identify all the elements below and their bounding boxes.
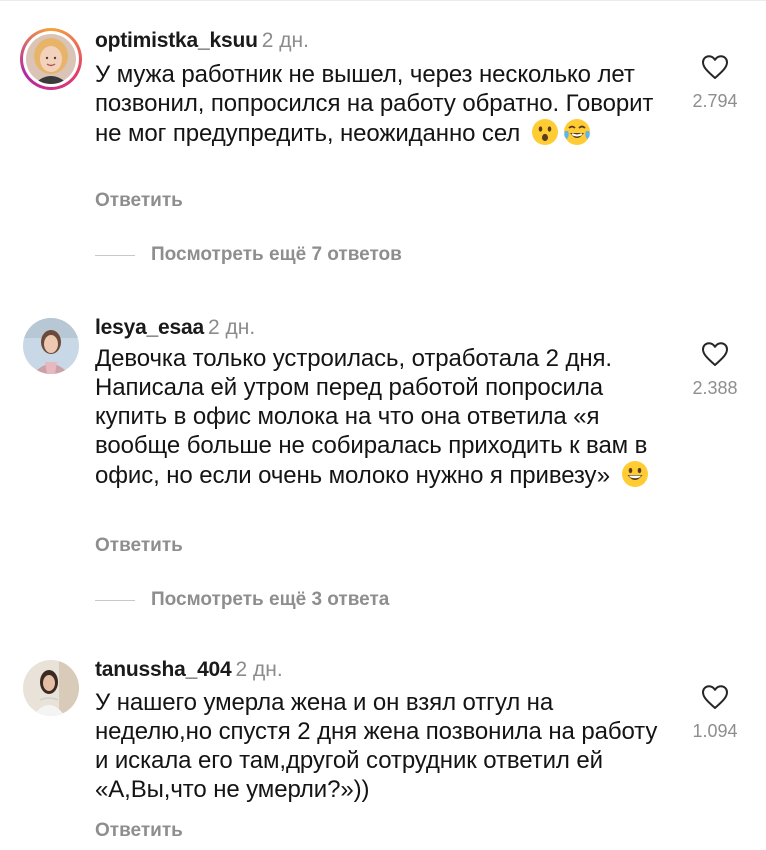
hushed-face-emoji: [531, 119, 558, 145]
reply-button[interactable]: Ответить: [95, 820, 183, 842]
heart-outline-icon[interactable]: [701, 341, 729, 367]
comment-text-block: У мужа работник не вышел, через нескольк…: [95, 60, 665, 148]
comment-time: 2 дн.: [261, 29, 309, 52]
grinning-face-emoji: [621, 461, 648, 487]
view-more-replies-button[interactable]: Посмотреть ещё 7 ответов: [95, 242, 402, 268]
thread-line: [95, 599, 135, 601]
reply-button[interactable]: Ответить: [95, 535, 183, 557]
like-count: 1.094: [692, 721, 738, 741]
thread-line: [95, 254, 135, 256]
like-group: 2.794: [665, 54, 765, 112]
comment-text: Девочка только устроилась, отработала 2 …: [95, 345, 648, 489]
username[interactable]: optimistka_ksuu: [95, 29, 258, 52]
comment-text-block: У нашего умерла жена и он взял отгул на …: [95, 688, 665, 804]
comment-meta: optimistka_ksuu 2 дн.: [95, 28, 309, 54]
username[interactable]: lesya_esaa: [95, 316, 204, 339]
heart-outline-icon[interactable]: [701, 684, 729, 710]
comment-time: 2 дн.: [207, 316, 256, 339]
view-more-replies-label: Посмотреть ещё 7 ответов: [151, 244, 402, 265]
top-divider: [0, 0, 766, 1]
like-group: 1.094: [665, 684, 765, 742]
avatar[interactable]: [23, 660, 79, 716]
heart-outline-icon[interactable]: [701, 54, 729, 80]
avatar[interactable]: [20, 28, 82, 90]
comment-text: У нашего умерла жена и он взял отгул на …: [95, 689, 658, 803]
reply-button[interactable]: Ответить: [95, 190, 183, 212]
view-more-replies-label: Посмотреть ещё 3 ответа: [151, 589, 390, 610]
comment-text-block: Девочка только устроилась, отработала 2 …: [95, 344, 665, 490]
avatar[interactable]: [23, 318, 79, 374]
username[interactable]: tanussha_404: [95, 658, 232, 681]
comment-meta: lesya_esaa 2 дн.: [95, 315, 255, 341]
like-group: 2.388: [665, 341, 765, 399]
like-count: 2.794: [692, 91, 738, 111]
comment-time: 2 дн.: [235, 658, 283, 681]
tears-of-joy-emoji: [563, 119, 590, 145]
view-more-replies-button[interactable]: Посмотреть ещё 3 ответа: [95, 587, 389, 613]
comment-meta: tanussha_404 2 дн.: [95, 657, 283, 683]
like-count: 2.388: [692, 378, 738, 398]
